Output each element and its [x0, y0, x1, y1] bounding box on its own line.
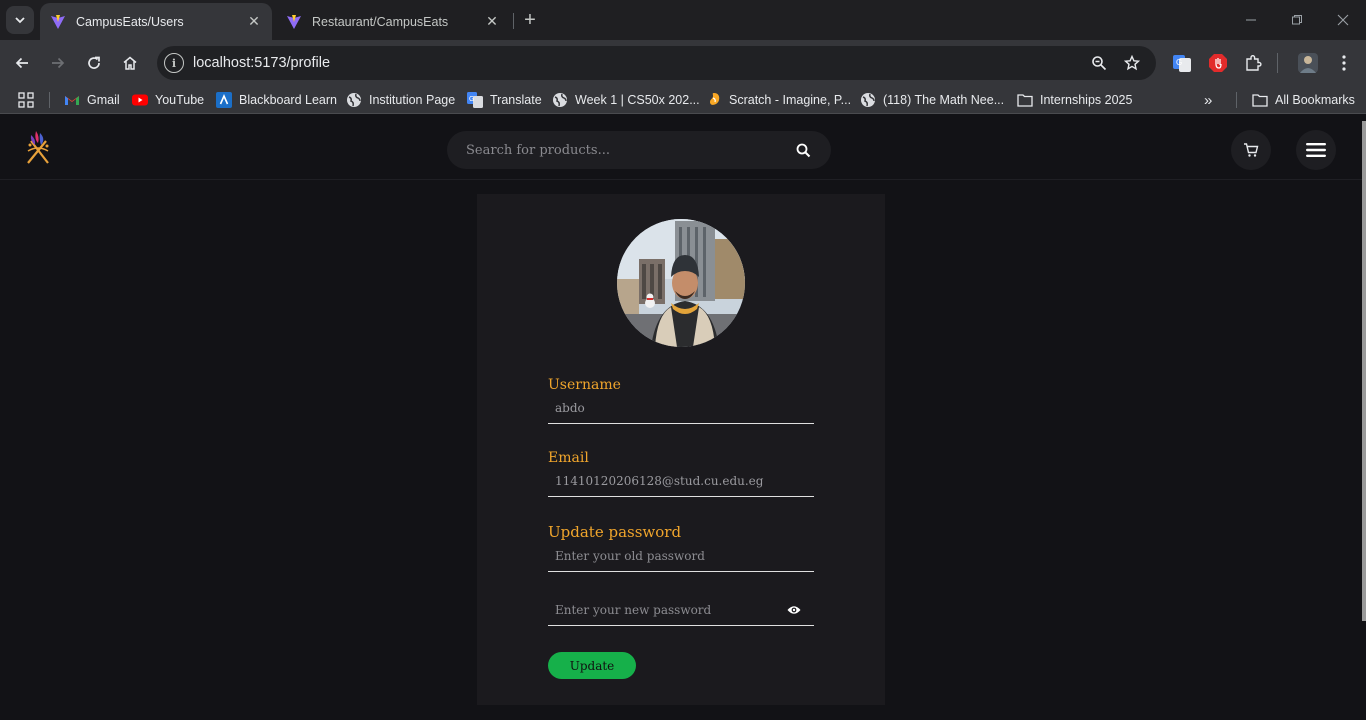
bookmarks-divider — [1236, 92, 1237, 108]
update-password-heading: Update password — [548, 523, 682, 541]
reload-icon[interactable] — [80, 49, 108, 77]
username-input[interactable] — [548, 400, 814, 415]
bookmark-label: Blackboard Learn — [239, 93, 337, 107]
bookmark-label: (118) The Math Nee... — [883, 93, 1005, 107]
address-bar[interactable]: i localhost:5173/profile — [157, 46, 1156, 80]
vite-favicon-icon — [51, 14, 65, 29]
browser-menu-icon[interactable] — [1332, 51, 1356, 75]
tab-campuseats-users[interactable]: CampusEats/Users ✕ — [40, 3, 272, 40]
bookmark-label: Week 1 | CS50x 202... — [575, 93, 700, 107]
svg-text:G: G — [469, 96, 474, 103]
url-text: localhost:5173/profile — [193, 55, 331, 71]
hamburger-menu-icon — [1306, 143, 1326, 157]
gmail-icon — [64, 92, 80, 108]
tab-title: Restaurant/CampusEats — [312, 14, 449, 29]
product-search-bar — [447, 131, 831, 169]
profile-avatar[interactable] — [617, 219, 745, 347]
tab-title: CampusEats/Users — [76, 14, 184, 29]
email-field — [548, 465, 814, 497]
email-label: Email — [548, 450, 589, 466]
tab-search-button[interactable] — [6, 6, 34, 34]
new-password-field — [548, 594, 814, 626]
bookmark-cs50[interactable]: Week 1 | CS50x 202... — [552, 90, 700, 110]
bookmark-label: Gmail — [87, 93, 120, 107]
browser-toolbar: i localhost:5173/profile G — [0, 40, 1366, 86]
update-button[interactable]: Update — [548, 652, 636, 679]
page-scrollbar[interactable] — [1362, 121, 1366, 621]
username-field — [548, 392, 814, 424]
bookmark-star-icon[interactable] — [1122, 53, 1142, 73]
chevron-down-icon — [15, 17, 25, 24]
svg-text:G: G — [1176, 58, 1182, 67]
extensions-puzzle-icon[interactable] — [1242, 51, 1266, 75]
minimize-icon[interactable] — [1228, 0, 1274, 40]
bookmark-label: Institution Page — [369, 93, 456, 107]
site-info-icon[interactable]: i — [164, 53, 184, 73]
cart-button[interactable] — [1231, 130, 1271, 170]
bookmarks-bar: Gmail YouTube Blackboard Learn Instituti… — [0, 86, 1366, 114]
new-tab-icon[interactable]: + — [520, 9, 540, 31]
username-label: Username — [548, 377, 621, 393]
more-bookmarks-icon[interactable]: » — [1204, 90, 1212, 110]
profile-avatar-icon[interactable] — [1296, 51, 1320, 75]
old-password-field — [548, 540, 814, 572]
close-tab-icon[interactable]: ✕ — [246, 13, 262, 30]
globe-icon — [552, 92, 568, 108]
blackboard-icon — [216, 92, 232, 108]
bookmark-label: All Bookmarks — [1275, 93, 1355, 107]
tab-divider — [513, 13, 514, 29]
globe-icon — [860, 92, 876, 108]
new-password-input[interactable] — [548, 602, 784, 617]
close-window-icon[interactable] — [1320, 0, 1366, 40]
bookmark-institution[interactable]: Institution Page — [346, 90, 455, 110]
apps-grid-icon[interactable] — [18, 90, 34, 110]
youtube-icon — [132, 92, 148, 108]
scratch-icon — [706, 92, 722, 108]
cart-icon — [1244, 143, 1259, 157]
back-icon[interactable] — [8, 49, 36, 77]
home-icon[interactable] — [116, 49, 144, 77]
vite-favicon-icon — [287, 14, 301, 29]
bookmark-youtube[interactable]: YouTube — [132, 90, 204, 110]
bookmark-label: YouTube — [155, 93, 205, 107]
profile-card: Username Email Update password Update — [477, 194, 885, 705]
app-header — [0, 121, 1362, 180]
bookmarks-divider — [49, 92, 50, 108]
zoom-icon[interactable] — [1089, 53, 1109, 73]
bookmark-scratch[interactable]: Scratch - Imagine, P... — [706, 90, 851, 110]
product-search-input[interactable] — [447, 142, 794, 158]
bookmark-gmail[interactable]: Gmail — [64, 90, 120, 110]
page-viewport: Username Email Update password Update — [0, 121, 1362, 720]
tab-restaurant-campuseats[interactable]: Restaurant/CampusEats ✕ — [276, 3, 510, 40]
bookmark-math-needs[interactable]: (118) The Math Nee... — [860, 90, 1004, 110]
hamburger-menu-button[interactable] — [1296, 130, 1336, 170]
bookmark-label: Scratch - Imagine, P... — [729, 93, 852, 107]
restore-icon[interactable] — [1274, 0, 1320, 40]
show-password-eye-icon[interactable] — [784, 600, 804, 620]
campuseats-logo[interactable] — [22, 129, 54, 167]
google-translate-extension-icon[interactable]: G — [1170, 51, 1194, 75]
globe-icon — [346, 92, 362, 108]
bookmark-label: Internships 2025 — [1040, 93, 1133, 107]
bookmark-translate[interactable]: G Translate — [467, 90, 542, 110]
email-input[interactable] — [548, 473, 814, 488]
folder-icon — [1252, 92, 1268, 108]
tab-strip: CampusEats/Users ✕ Restaurant/CampusEats… — [0, 0, 1366, 40]
bookmark-label: Translate — [490, 93, 542, 107]
forward-icon[interactable] — [44, 49, 72, 77]
toolbar-divider — [1277, 53, 1278, 73]
folder-icon — [1017, 92, 1033, 108]
old-password-input[interactable] — [548, 548, 814, 563]
close-tab-icon[interactable]: ✕ — [484, 13, 500, 30]
bookmark-blackboard[interactable]: Blackboard Learn — [216, 90, 337, 110]
translate-icon: G — [467, 92, 483, 108]
all-bookmarks-folder[interactable]: All Bookmarks — [1252, 90, 1355, 110]
bookmark-folder-internships[interactable]: Internships 2025 — [1017, 90, 1132, 110]
adblock-extension-icon[interactable] — [1206, 51, 1230, 75]
search-icon[interactable] — [794, 141, 812, 159]
